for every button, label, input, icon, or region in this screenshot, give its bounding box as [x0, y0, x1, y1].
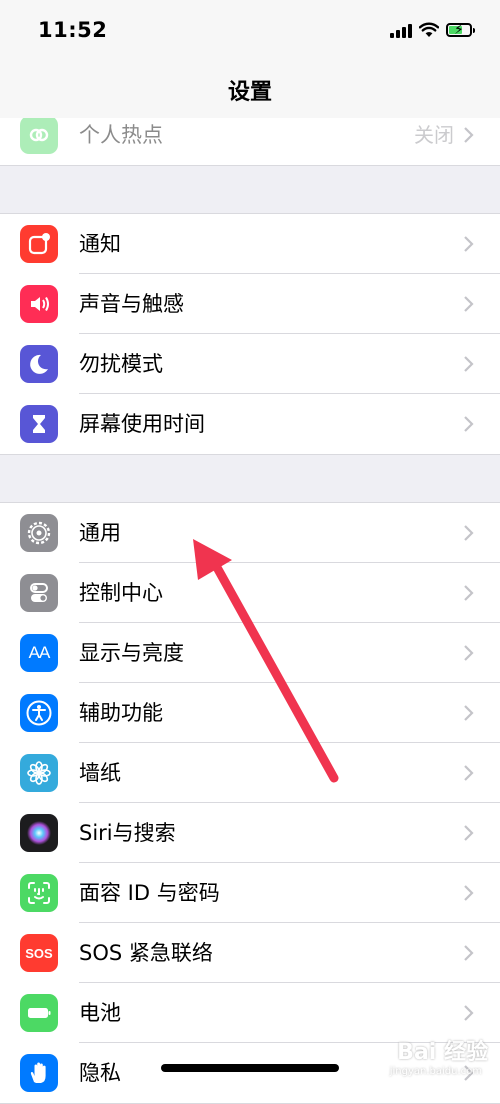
flower-icon [20, 754, 58, 792]
settings-row-label: 墙纸 [79, 761, 121, 785]
settings-row-notifications[interactable]: 通知 [0, 214, 500, 274]
settings-group-notifications: 通知 声音与触感 勿扰模式 屏幕使用时间 [0, 213, 500, 455]
chevron-right-icon [464, 416, 474, 432]
settings-row-face-id-passcode[interactable]: 面容 ID 与密码 [0, 863, 500, 923]
hourglass-icon [20, 405, 58, 443]
settings-row-personal-hotspot[interactable]: 个人热点 关闭 [0, 118, 500, 165]
sos-glyph: SOS [25, 945, 53, 961]
chevron-right-icon [464, 945, 474, 961]
chevron-right-icon [464, 825, 474, 841]
settings-row-label: Siri与搜索 [79, 821, 176, 845]
chevron-right-icon [464, 585, 474, 601]
settings-row-label: 通用 [79, 521, 121, 545]
watermark-url: jingyan.baidu.com [389, 1066, 482, 1077]
chevron-right-icon [464, 356, 474, 372]
settings-row-accessibility[interactable]: 辅助功能 [0, 683, 500, 743]
settings-group-general: 通用 控制中心 AA 显示与亮度 辅助功能 墙纸 Siri与搜索 面容 ID 与… [0, 502, 500, 1104]
chevron-right-icon [464, 645, 474, 661]
charging-bolt-icon: ⚡ [454, 22, 464, 38]
settings-row-label: 隐私 [79, 1061, 121, 1085]
settings-row-label: 电池 [79, 1001, 121, 1025]
hand-icon [20, 1054, 58, 1092]
chevron-right-icon [464, 296, 474, 312]
notifications-icon [20, 225, 58, 263]
wifi-icon [419, 22, 439, 37]
settings-row-label: 显示与亮度 [79, 641, 184, 665]
siri-icon [20, 814, 58, 852]
settings-list[interactable]: 个人热点 关闭 通知 声音与触感 勿扰模式 屏幕使用时间 通用 控制中心 AA … [0, 118, 500, 1104]
settings-row-control-center[interactable]: 控制中心 [0, 563, 500, 623]
chevron-right-icon [464, 765, 474, 781]
settings-row-screen-time[interactable]: 屏幕使用时间 [0, 394, 500, 454]
settings-row-label: 个人热点 [79, 123, 163, 147]
settings-row-label: 通知 [79, 232, 121, 256]
chevron-right-icon [464, 525, 474, 541]
settings-group-network: 个人热点 关闭 [0, 118, 500, 166]
settings-row-emergency-sos[interactable]: SOS SOS 紧急联络 [0, 923, 500, 983]
moon-icon [20, 345, 58, 383]
battery-icon: ⚡ [446, 22, 475, 38]
face-id-icon [20, 874, 58, 912]
chevron-right-icon [464, 236, 474, 252]
settings-row-wallpaper[interactable]: 墙纸 [0, 743, 500, 803]
settings-row-sounds[interactable]: 声音与触感 [0, 274, 500, 334]
chevron-right-icon [464, 885, 474, 901]
sound-icon [20, 285, 58, 323]
watermark-logo: Bai 经验 [397, 1040, 488, 1065]
chevron-right-icon [464, 127, 474, 143]
settings-row-label: 声音与触感 [79, 292, 184, 316]
page-title: 设置 [227, 80, 272, 105]
settings-row-label: 勿扰模式 [79, 352, 163, 376]
navigation-bar: 设置 [0, 62, 500, 118]
settings-row-value: 关闭 [414, 123, 454, 147]
accessibility-icon [20, 694, 58, 732]
chevron-right-icon [464, 1005, 474, 1021]
chevron-right-icon [464, 705, 474, 721]
status-bar: 11:52 ⚡ [0, 0, 500, 62]
settings-row-siri-search[interactable]: Siri与搜索 [0, 803, 500, 863]
text-size-glyph: AA [28, 643, 51, 662]
settings-row-general[interactable]: 通用 [0, 503, 500, 563]
settings-row-display-brightness[interactable]: AA 显示与亮度 [0, 623, 500, 683]
settings-row-label: 辅助功能 [79, 701, 163, 725]
hotspot-icon [20, 118, 58, 154]
battery-setting-icon [20, 994, 58, 1032]
settings-row-do-not-disturb[interactable]: 勿扰模式 [0, 334, 500, 394]
settings-row-label: SOS 紧急联络 [79, 941, 213, 965]
status-icons: ⚡ [390, 20, 475, 40]
gear-icon [20, 514, 58, 552]
settings-row-label: 控制中心 [79, 581, 163, 605]
sos-icon: SOS [20, 934, 58, 972]
home-indicator[interactable] [161, 1064, 339, 1072]
text-size-icon: AA [20, 634, 58, 672]
settings-row-label: 屏幕使用时间 [79, 412, 205, 436]
status-time: 11:52 [38, 18, 108, 42]
cellular-signal-icon [390, 22, 412, 38]
switches-icon [20, 574, 58, 612]
settings-row-label: 面容 ID 与密码 [79, 881, 220, 905]
